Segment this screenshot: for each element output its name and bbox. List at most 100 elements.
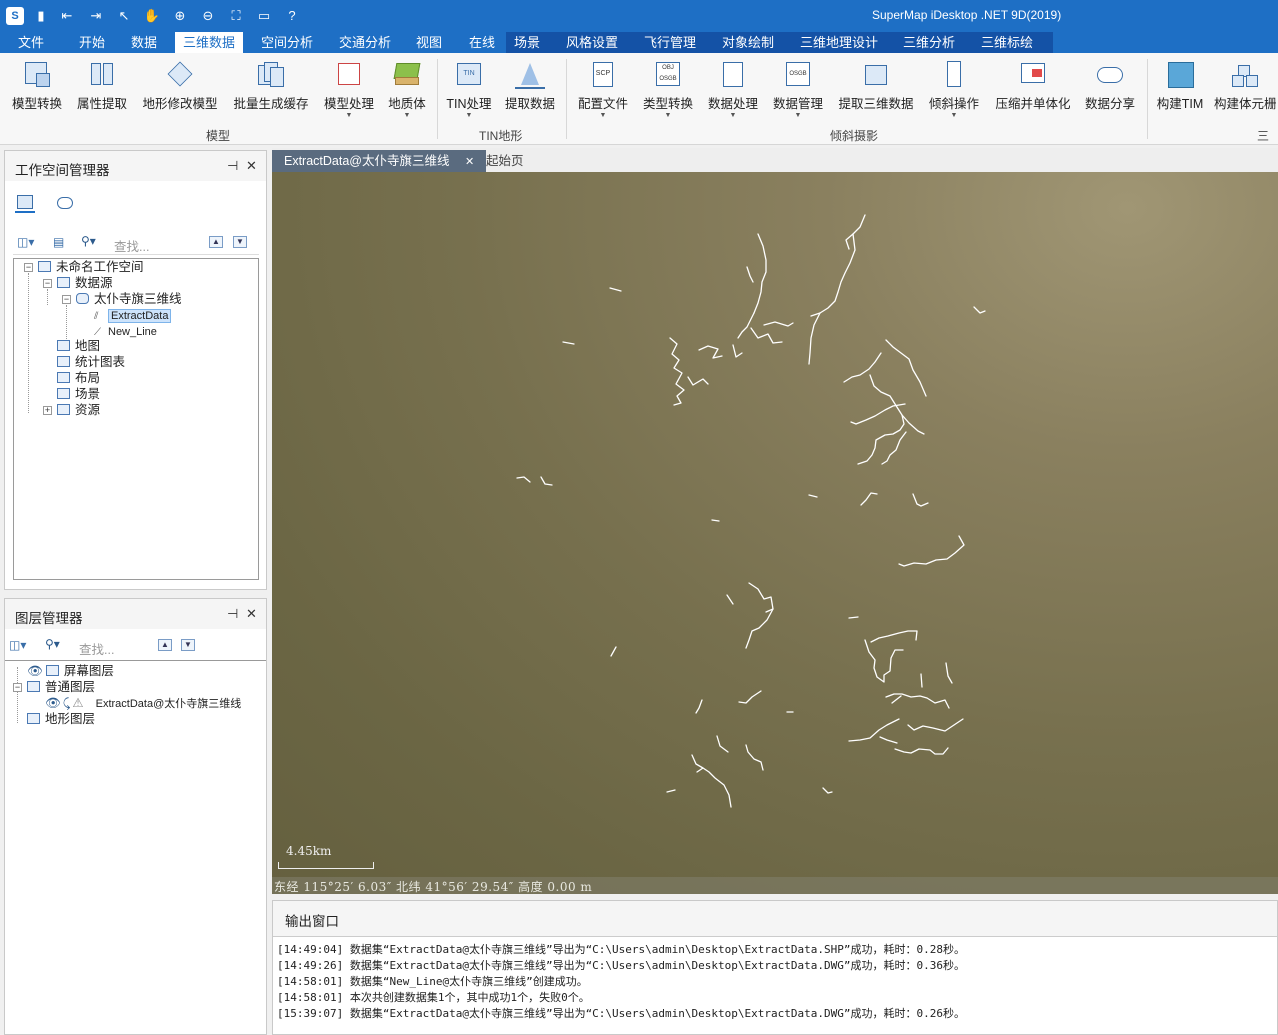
model-process-button[interactable]: 模型处理 ▼ [320,57,378,127]
type-convert-button[interactable]: OBJ OSGB 类型转换 ▼ [639,57,697,127]
log-line: [14:49:04] 数据集“ExtractData@太仆寺旗三维线”导出为“C… [277,943,965,956]
menu-spatial-analysis[interactable]: 空间分析 [253,32,321,53]
menu-object-draw[interactable]: 对象绘制 [714,32,792,53]
app-logo-icon[interactable]: S [6,7,24,25]
export-icon[interactable]: ⇥ [87,7,105,25]
oblique-op-icon [939,59,969,89]
tree-normal-layer[interactable]: 普通图层 [27,679,95,695]
tree-dataset-extractdata[interactable]: ⫽ ExtractData [94,307,172,323]
data-process-button[interactable]: 数据处理 ▼ [704,57,762,127]
compress-button[interactable]: 压缩并单体化 [990,57,1076,127]
save-icon[interactable]: ▮ [32,7,50,25]
extract-3d-button[interactable]: 提取三维数据 [834,57,918,127]
batch-cache-button[interactable]: 批量生成缓存 [230,57,312,127]
tree-workspace-root[interactable]: 未命名工作空间 [38,259,144,275]
pin-icon[interactable]: ⊣ [227,606,238,622]
menu-data[interactable]: 数据 [123,32,165,53]
tree-layouts[interactable]: 布局 [57,370,100,386]
extract-data-button[interactable]: 提取数据 [502,57,558,127]
line-feature [666,789,676,793]
tree-resources[interactable]: 资源 [57,402,100,418]
tab-start-page[interactable]: 起始页 [474,150,536,172]
properties-icon[interactable]: ▤ [53,235,64,249]
ribbon: 模型转换 属性提取 地形修改模型 批量生成缓存 模型处理 ▼ 地质体 ▼ TIN… [0,53,1278,145]
line-feature [696,767,704,773]
config-file-button[interactable]: SCP 配置文件 ▼ [574,57,632,127]
model-convert-button[interactable]: 模型转换 [8,57,66,127]
add-layer-icon[interactable]: ◫▾ [9,638,26,652]
menu-flight[interactable]: 飞行管理 [636,32,714,53]
build-tim-button[interactable]: 构建TIM [1154,57,1206,127]
full-extent-icon[interactable]: ⛶ [227,7,245,25]
tree-dataset-newline[interactable]: ⟋ New_Line [94,323,157,339]
tree-datasources[interactable]: 数据源 [57,275,113,291]
selectable-icon[interactable]: ⤹ [63,696,71,710]
terrain-modify-button[interactable]: 地形修改模型 [140,57,220,127]
data-manage-button[interactable]: OSGB 数据管理 ▼ [769,57,827,127]
workspace-tab-icon[interactable] [15,195,35,213]
oblique-op-button[interactable]: 倾斜操作 ▼ [924,57,984,127]
pan-icon[interactable]: ✋ [143,7,161,25]
menu-traffic-analysis[interactable]: 交通分析 [331,32,399,53]
close-icon[interactable]: ✕ [246,606,257,622]
tree-maps[interactable]: 地图 [57,338,100,354]
visible-eye-icon[interactable]: 👁 [27,664,43,678]
group-label-oblique: 倾斜摄影 [830,129,879,143]
menu-view[interactable]: 视图 [408,32,450,53]
tin-process-button[interactable]: TIN TIN处理 ▼ [446,57,492,127]
collapse-icon[interactable]: − [62,295,71,304]
tree-screen-layer[interactable]: 👁 屏幕图层 [27,663,114,679]
workspace-search-input[interactable]: 查找... [114,236,149,255]
search-icon[interactable]: ⚲▾ [81,234,96,248]
editable-icon[interactable]: ⚠ [72,696,83,710]
attribute-extract-button[interactable]: 属性提取 [74,57,130,127]
collapse-icon[interactable]: − [43,279,52,288]
line-feature [746,266,754,283]
menu-3d-data[interactable]: 三维数据 [175,32,244,53]
menu-file[interactable]: 文件 [10,32,52,53]
line-feature [687,376,709,386]
line-feature [738,690,762,704]
zoom-out-icon[interactable]: ⊖ [199,7,217,25]
menu-3d-plot[interactable]: 三维标绘 [973,32,1053,53]
menu-online[interactable]: 在线 [461,32,503,53]
dropdown-arrow-icon: ▼ [729,112,737,119]
open-folder-icon[interactable]: ▭ [255,7,273,25]
layer-search-input[interactable]: 查找... [79,639,114,658]
move-down-button[interactable]: ▼ [233,236,247,248]
geology-body-button[interactable]: 地质体 ▼ [386,57,428,127]
line-feature [540,476,553,486]
collapse-icon[interactable]: − [24,263,33,272]
tab-scene-extractdata[interactable]: ExtractData@太仆寺旗三维线 ✕ [272,150,487,172]
tree-datasource[interactable]: 太仆寺旗三维线 [76,291,182,307]
select-icon[interactable]: ↖ [115,7,133,25]
help-icon[interactable]: ? [283,7,301,25]
tree-charts[interactable]: 统计图表 [57,354,125,370]
import-icon[interactable]: ⇤ [58,7,76,25]
tree-scenes[interactable]: 场景 [57,386,100,402]
scene-viewport[interactable]: 4.45km 东经 115°25′ 6.03″ 北纬 41°56′ 29.54″… [272,172,1278,894]
move-down-button[interactable]: ▼ [181,639,195,651]
menu-3d-analysis[interactable]: 三维分析 [895,32,973,53]
build-voxel-button[interactable]: 构建体元栅 [1212,57,1278,127]
close-icon[interactable]: ✕ [246,158,257,174]
move-up-button[interactable]: ▲ [158,639,172,651]
expand-icon[interactable]: + [43,406,52,415]
move-up-button[interactable]: ▲ [209,236,223,248]
line-feature [879,736,898,744]
close-tab-icon[interactable]: ✕ [465,156,474,168]
datasource-tab-icon[interactable] [55,195,75,213]
zoom-in-icon[interactable]: ⊕ [171,7,189,25]
data-share-button[interactable]: 数据分享 [1082,57,1138,127]
collapse-icon[interactable]: − [13,683,22,692]
menu-scene[interactable]: 场景 [506,32,558,53]
menu-start[interactable]: 开始 [71,32,113,53]
pin-icon[interactable]: ⊣ [227,158,238,174]
tree-terrain-layer[interactable]: 地形图层 [27,711,95,727]
menu-style-settings[interactable]: 风格设置 [558,32,636,53]
menu-3d-geo-design[interactable]: 三维地理设计 [792,32,895,53]
tree-extractdata-layer[interactable]: 👁 ⤹ ⚠ ExtractData@太仆寺旗三维线 [45,695,241,711]
search-icon[interactable]: ⚲▾ [45,637,60,651]
open-workspace-icon[interactable]: ◫▾ [17,235,34,249]
visible-eye-icon[interactable]: 👁 [45,696,61,710]
